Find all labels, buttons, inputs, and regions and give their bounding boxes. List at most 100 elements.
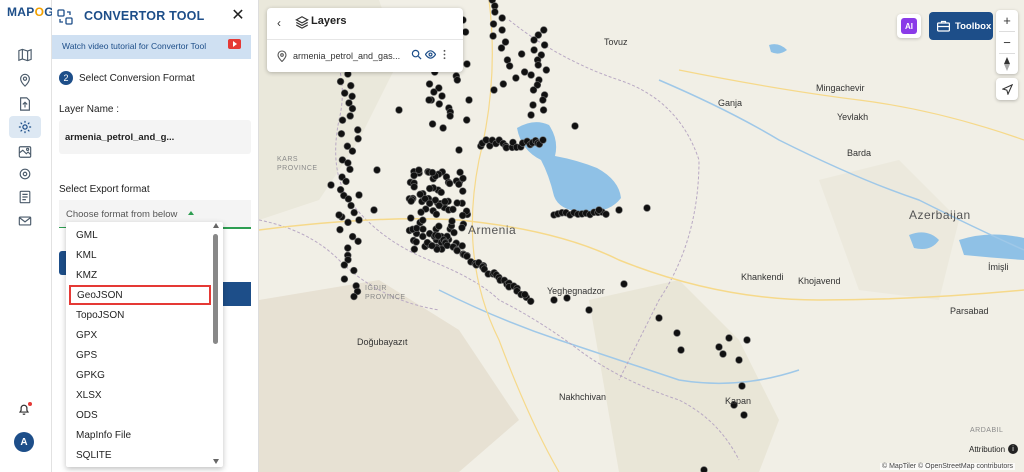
ai-assistant-button[interactable]: AI <box>897 14 921 38</box>
map-point-marker[interactable] <box>425 96 433 104</box>
map-point-marker[interactable] <box>355 191 363 199</box>
option-gps[interactable]: GPS <box>66 345 212 365</box>
map-point-marker[interactable] <box>735 356 743 364</box>
map-point-marker[interactable] <box>410 245 419 253</box>
compass-button[interactable] <box>996 53 1018 74</box>
map-point-marker[interactable] <box>347 81 355 90</box>
map-point-marker[interactable] <box>489 20 498 28</box>
map-point-marker[interactable] <box>338 116 347 124</box>
map-point-marker[interactable] <box>335 211 343 219</box>
map-point-marker[interactable] <box>743 336 751 344</box>
email-icon[interactable] <box>14 211 36 231</box>
zoom-out-button[interactable]: − <box>996 32 1018 53</box>
map-point-marker[interactable] <box>719 350 727 358</box>
map-point-marker[interactable] <box>505 62 514 70</box>
map-point-marker[interactable] <box>428 241 436 250</box>
map-point-marker[interactable] <box>407 214 415 222</box>
map-point-marker[interactable] <box>602 210 610 218</box>
map-point-marker[interactable] <box>347 201 355 210</box>
map-point-marker[interactable] <box>354 126 362 134</box>
map-point-marker[interactable] <box>453 199 461 207</box>
map-point-marker[interactable] <box>643 204 651 212</box>
zoom-in-button[interactable]: + <box>996 10 1018 31</box>
map-point-marker[interactable] <box>445 179 454 188</box>
map-point-marker[interactable] <box>530 36 538 44</box>
map-point-marker[interactable] <box>336 225 344 234</box>
map-point-marker[interactable] <box>340 89 349 97</box>
map-point-marker[interactable] <box>348 92 356 101</box>
upload-file-icon[interactable] <box>14 94 36 114</box>
map-point-marker[interactable] <box>461 28 470 36</box>
option-xlsx[interactable]: XLSX <box>66 385 212 405</box>
option-gml[interactable]: GML <box>66 225 212 245</box>
map-point-marker[interactable] <box>425 199 434 208</box>
option-gpkg[interactable]: GPKG <box>66 365 212 385</box>
map-point-marker[interactable] <box>342 177 350 186</box>
back-chevron-icon[interactable]: ‹ <box>277 16 281 30</box>
document-icon[interactable] <box>14 187 36 207</box>
visibility-eye-icon[interactable] <box>425 49 436 60</box>
map-point-marker[interactable] <box>530 46 538 54</box>
option-geojson[interactable]: GeoJSON <box>69 285 211 305</box>
map-point-marker[interactable] <box>455 180 463 188</box>
map-point-marker[interactable] <box>450 228 458 237</box>
map-point-marker[interactable] <box>529 86 538 94</box>
map-point-marker[interactable] <box>655 314 663 322</box>
map-point-marker[interactable] <box>340 275 349 283</box>
map-point-marker[interactable] <box>738 382 746 390</box>
map-point-marker[interactable] <box>412 224 421 232</box>
map-point-marker[interactable] <box>350 266 358 275</box>
map-icon[interactable] <box>14 45 36 65</box>
map-point-marker[interactable] <box>542 66 551 74</box>
map-point-marker[interactable] <box>490 86 498 94</box>
map-point-marker[interactable] <box>346 165 354 174</box>
map-layers-icon[interactable] <box>14 142 36 162</box>
map-point-marker[interactable] <box>410 171 418 180</box>
map-point-marker[interactable] <box>585 306 593 314</box>
attribution-label[interactable]: Attribution <box>969 445 1005 454</box>
map-point-marker[interactable] <box>527 297 535 305</box>
map-point-marker[interactable] <box>497 44 506 52</box>
map-point-marker[interactable] <box>465 96 473 104</box>
map-point-marker[interactable] <box>455 146 463 154</box>
map-point-marker[interactable] <box>539 96 547 104</box>
map-point-marker[interactable] <box>355 216 363 224</box>
map-point-marker[interactable] <box>438 92 446 100</box>
map-point-marker[interactable] <box>395 106 403 114</box>
avatar[interactable]: A <box>14 432 34 452</box>
map-point-marker[interactable] <box>498 14 506 22</box>
map-point-marker[interactable] <box>348 104 357 113</box>
map-point-marker[interactable] <box>595 206 603 214</box>
map-point-marker[interactable] <box>426 184 434 193</box>
map-point-marker[interactable] <box>446 112 454 120</box>
map-point-marker[interactable] <box>344 218 352 227</box>
map-point-marker[interactable] <box>453 246 461 255</box>
map-point-marker[interactable] <box>348 147 357 155</box>
map-point-marker[interactable] <box>571 122 579 130</box>
layer-item-name[interactable]: armenia_petrol_and_gas... <box>293 51 400 61</box>
map-point-marker[interactable] <box>410 183 418 191</box>
map-point-marker[interactable] <box>540 26 548 34</box>
map-point-marker[interactable] <box>520 68 529 76</box>
map-point-marker[interactable] <box>443 241 451 250</box>
map-point-marker[interactable] <box>419 216 427 224</box>
map-point-marker[interactable] <box>620 280 628 288</box>
map-point-marker[interactable] <box>346 112 354 120</box>
gear-icon[interactable] <box>9 116 41 138</box>
map-point-marker[interactable] <box>435 222 443 230</box>
map-point-marker[interactable] <box>448 217 456 225</box>
map-point-marker[interactable] <box>428 120 437 128</box>
option-kmz[interactable]: KMZ <box>66 265 212 285</box>
map-point-marker[interactable] <box>370 206 378 214</box>
map-point-marker[interactable] <box>725 334 733 342</box>
map-point-marker[interactable] <box>417 208 425 216</box>
map-point-marker[interactable] <box>350 208 358 217</box>
map-point-marker[interactable] <box>491 8 499 16</box>
map-point-marker[interactable] <box>419 232 427 241</box>
dropdown-scrollbar[interactable] <box>213 234 218 344</box>
map-point-marker[interactable] <box>432 210 441 218</box>
map-point-marker[interactable] <box>615 206 623 214</box>
map-point-marker[interactable] <box>407 197 415 205</box>
map-point-marker[interactable] <box>354 135 362 143</box>
map-point-marker[interactable] <box>428 168 437 177</box>
